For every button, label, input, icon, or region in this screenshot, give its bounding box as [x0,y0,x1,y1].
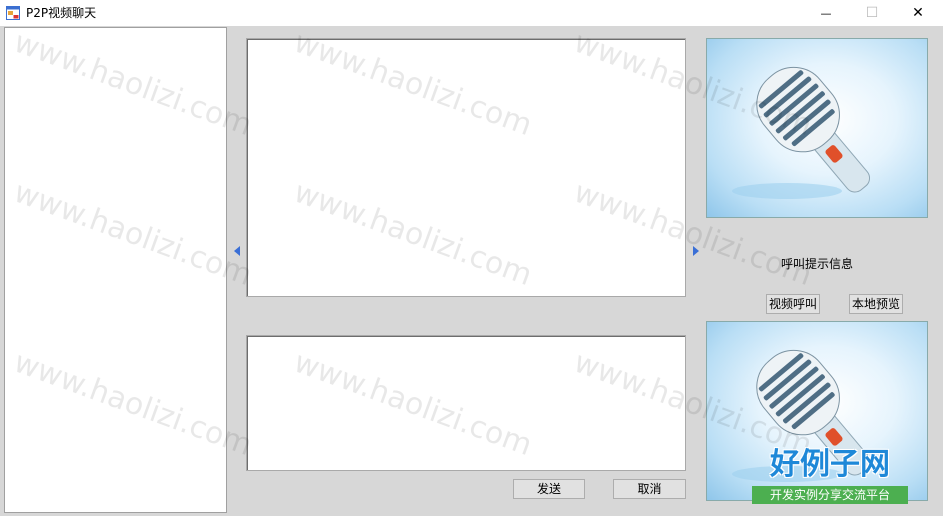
contact-list[interactable] [4,27,227,513]
maximize-button[interactable]: ☐ [849,0,895,26]
send-button[interactable]: 发送 [513,479,585,499]
site-logo-title: 好例子网 [770,447,890,482]
close-button[interactable]: ✕ [895,0,941,26]
local-preview-button[interactable]: 本地预览 [849,294,903,314]
call-info-text: 呼叫提示信息 [781,257,854,271]
maximize-icon: ☐ [865,5,879,21]
local-preview-button-label: 本地预览 [851,297,900,311]
close-icon: ✕ [912,5,924,21]
collapse-right-arrow-icon[interactable] [693,246,699,256]
cancel-button-label: 取消 [637,482,662,496]
video-call-button-label: 视频呼叫 [768,297,817,311]
minimize-icon: — [820,7,832,20]
message-input[interactable] [246,335,686,471]
chat-history-box[interactable] [246,38,686,297]
title-bar: P2P视频聊天 — ☐ ✕ [0,0,943,26]
site-logo-badge: 好例子网 开发实例分享交流平台 [752,446,908,506]
video-call-button[interactable]: 视频呼叫 [766,294,820,314]
site-logo-subtitle: 开发实例分享交流平台 [752,486,908,504]
window-title: P2P视频聊天 [26,6,97,20]
collapse-left-arrow-icon[interactable] [234,246,240,256]
send-button-label: 发送 [536,482,561,496]
app-window-icon [6,6,20,20]
microphone-image [732,66,871,199]
minimize-button[interactable]: — [803,0,849,26]
cancel-button[interactable]: 取消 [613,479,686,499]
remote-video-view [706,38,928,218]
